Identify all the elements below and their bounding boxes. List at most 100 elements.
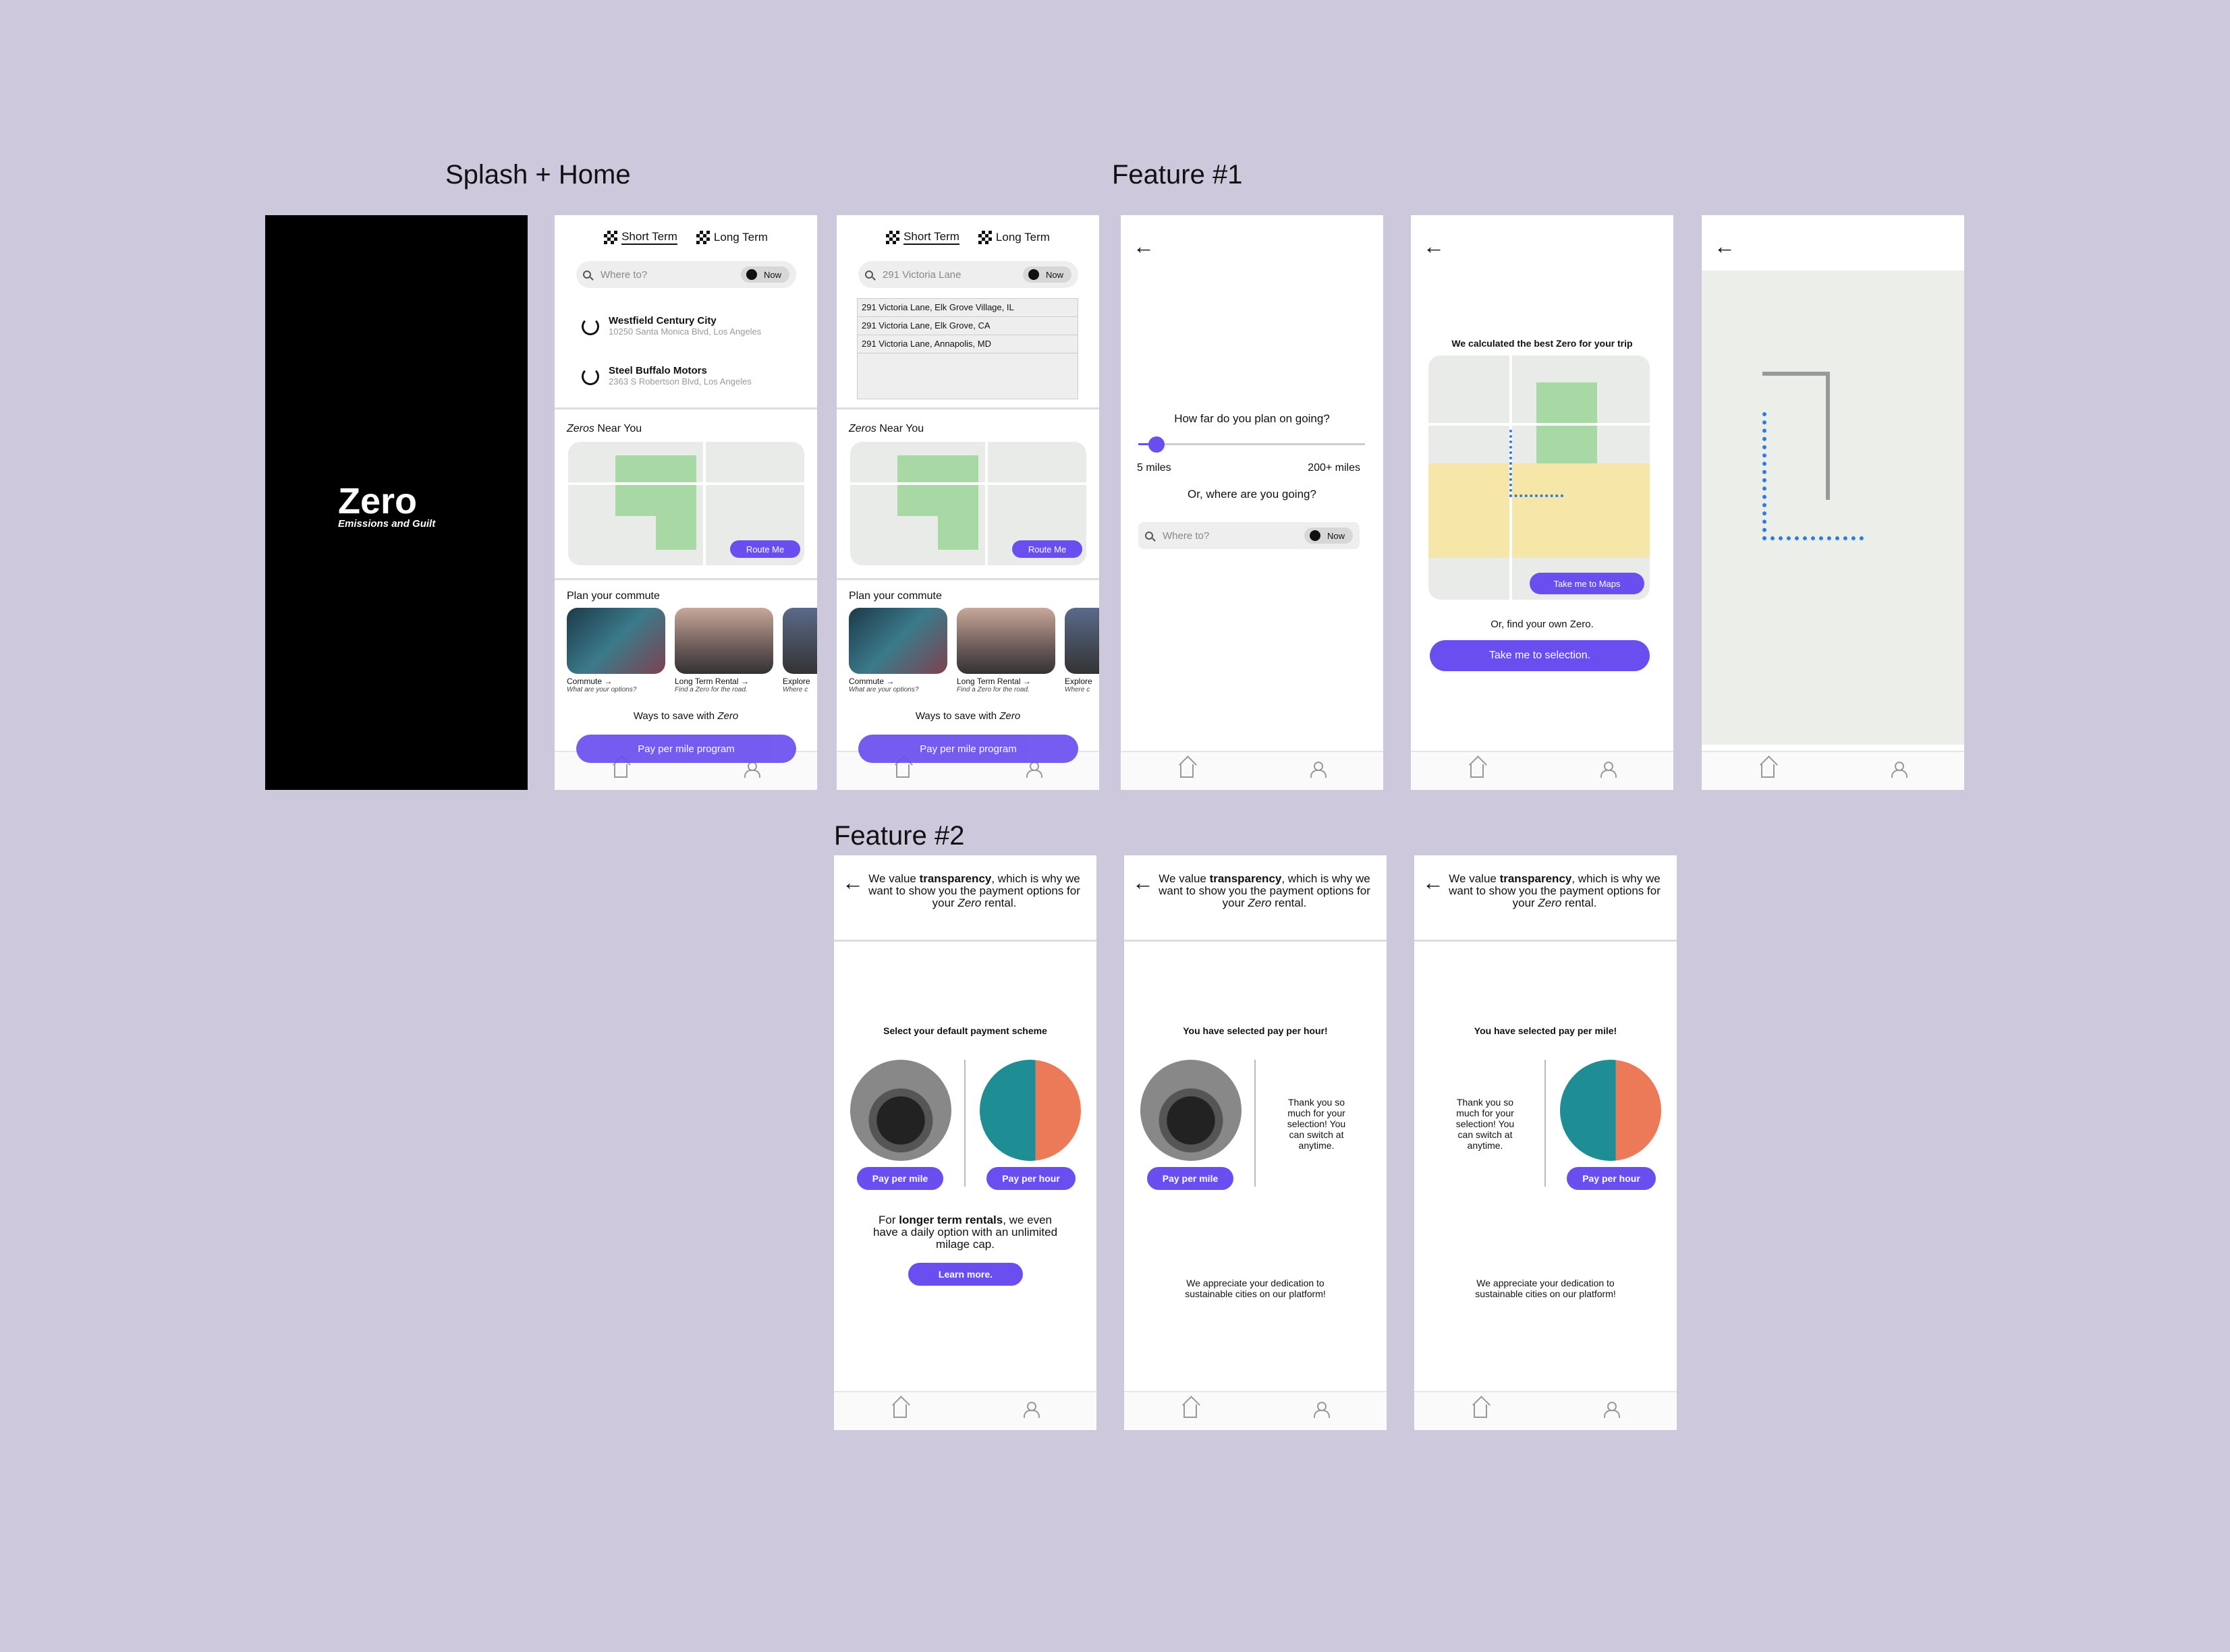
home-icon[interactable] [893,1404,907,1418]
recent-location[interactable]: Steel Buffalo Motors 2363 S Robertson Blv… [582,365,752,387]
explore-image [1065,608,1099,674]
card-commute[interactable]: Commute → What are your options? [849,608,947,693]
back-arrow-icon[interactable]: ← [1133,235,1154,257]
clock-icon [1028,269,1039,280]
pay-per-mile-button[interactable]: Pay per mile [857,1167,943,1190]
clock-icon [1309,530,1320,541]
card-explore[interactable]: Explore Where c [1065,608,1099,693]
tab-long-term[interactable]: Long Term [696,230,768,245]
vertical-divider [964,1060,966,1187]
clock-icon [746,269,757,280]
recent-location[interactable]: Westfield Century City 10250 Santa Monica… [582,315,761,337]
splash-screen: Zero Emissions and Guilt [265,215,528,790]
card-commute[interactable]: Commute → What are your options? [567,608,665,693]
route-me-button[interactable]: Route Me [730,540,800,558]
profile-icon[interactable] [1600,762,1617,778]
home-screen: Short Term Long Term Where to? Now Westfi… [555,215,817,790]
now-button[interactable]: Now [1304,528,1353,544]
profile-icon[interactable] [1024,1402,1040,1418]
transparency-text: We value transparency, which is why we w… [1159,872,1370,909]
nearby-map[interactable]: Route Me [850,442,1086,565]
profile-icon[interactable] [1604,1402,1620,1418]
ways-to-save: Ways to save with Zero [633,710,739,722]
vertical-divider [1254,1060,1256,1187]
home-icon[interactable] [614,764,628,778]
search-input[interactable]: Where to? Now [576,261,796,288]
mode-tabs: Short Term Long Term [555,230,817,245]
checkered-flag-icon [978,231,992,244]
slider-knob[interactable] [1148,436,1165,453]
back-arrow-icon[interactable]: ← [1423,235,1445,257]
home-icon[interactable] [1761,764,1775,778]
long-term-image [957,608,1055,674]
pay-per-hour-button[interactable]: Pay per hour [986,1167,1076,1190]
campus-map[interactable] [1702,270,1964,745]
select-default-heading: Select your default payment scheme [883,1025,1047,1036]
divider [837,407,1099,409]
now-button[interactable]: Now [740,266,789,283]
card-long-term[interactable]: Long Term Rental → Find a Zero for the ro… [957,608,1055,693]
pay-per-mile-button[interactable]: Pay per mile [1147,1167,1233,1190]
tab-short-term[interactable]: Short Term [604,230,677,245]
home-icon[interactable] [1180,764,1194,778]
divider [555,407,817,409]
suggestion-item[interactable]: 291 Victoria Lane, Elk Grove Village, IL [858,299,1078,317]
slider-min-label: 5 miles [1137,462,1171,474]
search-input[interactable]: Where to? Now [1138,522,1360,549]
profile-icon[interactable] [1310,762,1327,778]
section-label-feature-2: Feature #2 [834,821,965,851]
pay-per-hour-button[interactable]: Pay per hour [1567,1167,1656,1190]
where-question: Or, where are you going? [1188,488,1316,501]
plan-commute-heading: Plan your commute [849,590,942,602]
checkered-flag-icon [696,231,710,244]
take-me-to-selection-button[interactable]: Take me to selection. [1430,640,1650,671]
pay-per-mile-selected-screen: ← We value transparency, which is why we… [1414,855,1677,1430]
nearby-map[interactable]: Route Me [568,442,804,565]
home-icon[interactable] [1183,1404,1197,1418]
distance-slider[interactable] [1138,436,1365,453]
home-icon[interactable] [1470,764,1484,778]
motorcycle-image-dark [1140,1060,1242,1161]
card-explore[interactable]: Explore Where c [783,608,817,693]
route-me-button[interactable]: Route Me [1012,540,1082,558]
back-arrow-icon[interactable]: ← [842,872,864,893]
distance-screen: ← How far do you plan on going? 5 miles … [1121,215,1383,790]
tab-long-term[interactable]: Long Term [978,230,1050,245]
longer-term-text: For longer term rentals, we even have a … [872,1214,1058,1251]
profile-icon[interactable] [1026,762,1042,778]
home-icon[interactable] [896,764,910,778]
back-arrow-icon[interactable]: ← [1422,872,1444,893]
now-button[interactable]: Now [1022,266,1071,283]
brand-subtitle: Emissions and Guilt [338,518,436,530]
pay-per-mile-program-button[interactable]: Pay per mile program [858,735,1078,763]
divider [837,578,1099,580]
payment-select-screen: ← We value transparency, which is why we… [834,855,1096,1430]
profile-icon[interactable] [744,762,760,778]
search-input[interactable]: 291 Victoria Lane Now [858,261,1078,288]
suggestion-item[interactable]: 291 Victoria Lane, Elk Grove, CA [858,317,1078,335]
route-map[interactable]: Take me to Maps [1428,355,1650,600]
home-icon[interactable] [1474,1404,1487,1418]
how-far-question: How far do you plan on going? [1174,412,1330,425]
slider-max-label: 200+ miles [1308,462,1360,474]
profile-icon[interactable] [1891,762,1907,778]
motorcycle-image-teal [980,1060,1081,1161]
commute-image [849,608,947,674]
bottom-nav [1414,1391,1677,1430]
pay-per-mile-program-button[interactable]: Pay per mile program [576,735,796,763]
section-label-feature-1: Feature #1 [1112,160,1243,190]
explore-image [783,608,817,674]
back-arrow-icon[interactable]: ← [1714,235,1735,257]
tab-short-term[interactable]: Short Term [886,230,959,245]
appreciate-text: We appreciate your dedication to sustain… [1185,1278,1326,1299]
back-arrow-icon[interactable]: ← [1132,872,1154,893]
card-long-term[interactable]: Long Term Rental → Find a Zero for the ro… [675,608,773,693]
transparency-text: We value transparency, which is why we w… [1449,872,1661,909]
near-you-heading: Zeros Near You [849,423,924,434]
thank-you-text: Thank you so much for your selection! Yo… [1455,1097,1515,1151]
learn-more-button[interactable]: Learn more. [908,1263,1023,1286]
profile-icon[interactable] [1314,1402,1330,1418]
suggestion-item[interactable]: 291 Victoria Lane, Annapolis, MD [858,335,1078,353]
history-icon [582,318,599,335]
take-me-to-maps-button[interactable]: Take me to Maps [1530,573,1644,594]
